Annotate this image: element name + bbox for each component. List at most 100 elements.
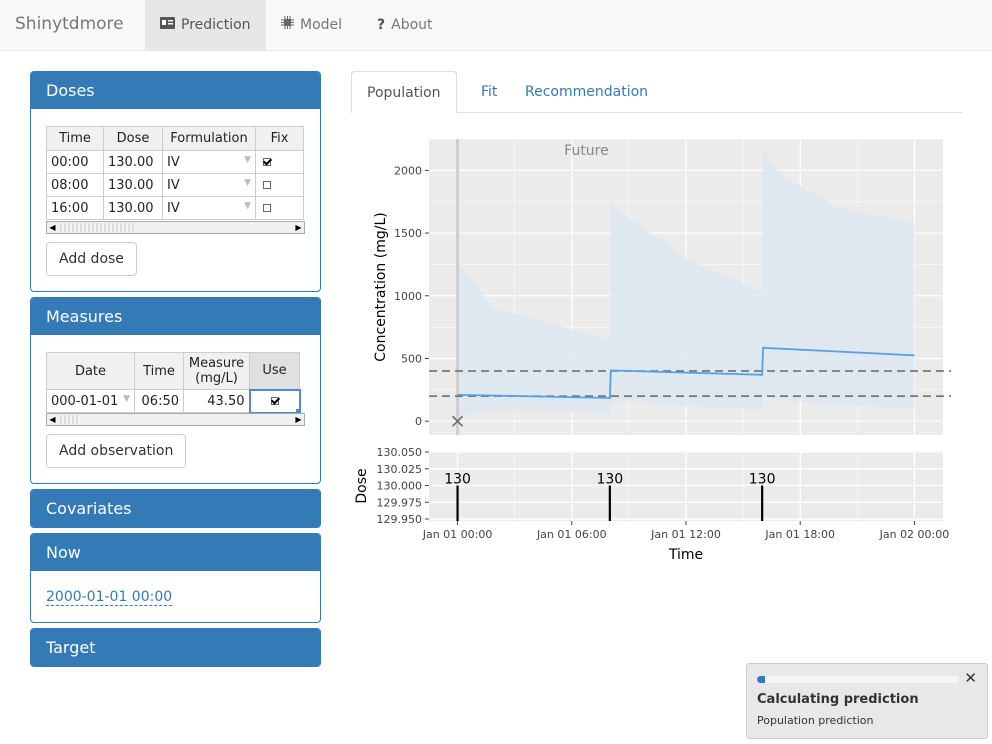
notification-title: Calculating prediction [757, 692, 919, 707]
measures-panel: Measures Date Time Measure (mg/L) Use 00… [30, 297, 321, 484]
dose-y-tick-label: 129.950 [377, 513, 423, 526]
formulation-value: IV [167, 154, 180, 170]
dose-amount-cell[interactable]: 130.00 [103, 173, 163, 197]
table-row: 08:00 130.00 IV ▼ [46, 173, 304, 197]
x-tick-label: Jan 01 12:00 [650, 528, 721, 541]
dropdown-arrow-icon: ▼ [244, 154, 251, 165]
scroll-right-icon[interactable]: ▶ [293, 222, 304, 233]
scrollbar-thumb[interactable] [60, 415, 80, 424]
dose-formulation-cell[interactable]: IV ▼ [162, 196, 256, 220]
table-header-row: Date Time Measure (mg/L) Use [46, 352, 300, 390]
column-header-time[interactable]: Time [46, 126, 104, 151]
measure-use-cell[interactable] [248, 388, 301, 414]
use-checkbox[interactable] [270, 397, 279, 405]
x-tick-label: Jan 02 00:00 [879, 528, 950, 541]
y-tick-label: 1000 [394, 290, 422, 303]
fix-checkbox[interactable] [263, 204, 271, 212]
close-icon[interactable]: ✕ [964, 669, 977, 687]
dose-fix-cell[interactable] [255, 150, 304, 174]
doses-table: Time Dose Formulation Fix 00:00 130.00 I… [46, 126, 304, 220]
x-axis-title: Time [668, 547, 703, 563]
progress-notification: ✕ Calculating prediction Population pred… [746, 663, 988, 739]
column-header-fix[interactable]: Fix [255, 126, 304, 151]
brand-title[interactable]: Shinytdmore [15, 14, 124, 34]
x-tick-label: Jan 01 00:00 [422, 528, 493, 541]
now-panel: Now 2000-01-01 00:00 [30, 533, 321, 623]
id-card-icon [160, 0, 175, 50]
tab-population[interactable]: Population [351, 71, 457, 113]
target-panel-title[interactable]: Target [31, 629, 320, 666]
scroll-right-icon[interactable]: ▶ [293, 414, 304, 425]
column-header-formulation[interactable]: Formulation [162, 126, 256, 151]
scroll-left-icon[interactable]: ◀ [47, 414, 58, 425]
measure-time-cell[interactable]: 06:50 [134, 389, 184, 413]
column-header-date[interactable]: Date [46, 352, 135, 390]
nav-tab-about[interactable]: ? About [362, 0, 448, 50]
main-tabs: Population Fit Recommendation [351, 71, 962, 113]
measures-table: Date Time Measure (mg/L) Use 000-01-01 ▼ … [46, 352, 301, 414]
dose-amount-cell[interactable]: 130.00 [103, 150, 163, 174]
notification-detail: Population prediction [757, 714, 874, 727]
dose-time-cell[interactable]: 08:00 [46, 173, 104, 197]
fix-checkbox[interactable] [263, 181, 271, 189]
dose-time-cell[interactable]: 00:00 [46, 150, 104, 174]
dose-fix-cell[interactable] [255, 196, 304, 220]
dose-bar-label: 130 [596, 472, 623, 488]
nav-tab-model[interactable]: Model [266, 0, 357, 50]
dose-bar-label: 130 [444, 472, 471, 488]
fix-checkbox[interactable] [263, 158, 271, 166]
dose-formulation-cell[interactable]: IV ▼ [162, 173, 256, 197]
measures-table-scrollbar[interactable]: ◀ ▶ [46, 413, 305, 426]
nav-tab-prediction[interactable]: Prediction [145, 0, 266, 50]
dose-y-tick-label: 130.025 [377, 463, 423, 476]
column-header-measure[interactable]: Measure (mg/L) [183, 352, 250, 390]
measures-panel-title[interactable]: Measures [31, 298, 320, 335]
doses-panel: Doses Time Dose Formulation Fix 00:00 13… [30, 71, 321, 292]
column-header-time[interactable]: Time [134, 352, 184, 390]
covariates-panel: Covariates [30, 489, 321, 528]
date-value: 000-01-01 [51, 393, 119, 409]
formulation-value: IV [167, 177, 180, 193]
column-header-use[interactable]: Use [249, 352, 300, 390]
dose-axis-title: Dose [354, 468, 370, 503]
column-header-dose[interactable]: Dose [103, 126, 163, 151]
doses-panel-title[interactable]: Doses [31, 72, 320, 109]
x-tick-label: Jan 01 06:00 [536, 528, 607, 541]
scroll-left-icon[interactable]: ◀ [47, 222, 58, 233]
dose-y-tick-label: 130.050 [377, 446, 423, 459]
measure-date-cell[interactable]: 000-01-01 ▼ [46, 389, 135, 413]
table-row: 16:00 130.00 IV ▼ [46, 196, 304, 220]
add-observation-button[interactable]: Add observation [46, 434, 187, 468]
table-row: 00:00 130.00 IV ▼ [46, 150, 304, 174]
progress-bar-fill [757, 676, 766, 683]
chip-icon [281, 0, 294, 50]
y-tick-label: 1500 [394, 227, 422, 240]
doses-table-scrollbar[interactable]: ◀ ▶ [46, 221, 305, 234]
target-panel: Target [30, 628, 321, 667]
nav-tab-label: Model [300, 17, 343, 33]
y-axis-title: Concentration (mg/L) [373, 212, 389, 361]
dose-formulation-cell[interactable]: IV ▼ [162, 150, 256, 174]
dose-amount-cell[interactable]: 130.00 [103, 196, 163, 220]
tab-recommendation[interactable]: Recommendation [510, 71, 663, 113]
nav-tab-label: About [391, 17, 433, 33]
question-icon: ? [377, 17, 386, 33]
prediction-chart: Future 0 500 1000 1500 2000 Concentration (mg/… [354, 138, 951, 563]
y-tick-label: 0 [415, 415, 422, 428]
now-panel-title[interactable]: Now [31, 534, 320, 571]
dose-fix-cell[interactable] [255, 173, 304, 197]
scrollbar-thumb[interactable] [60, 223, 135, 232]
tab-fit[interactable]: Fit [466, 71, 512, 113]
progress-bar [757, 676, 959, 683]
dose-y-tick-label: 130.000 [377, 480, 423, 493]
now-datetime-link[interactable]: 2000-01-01 00:00 [46, 589, 173, 606]
dose-time-cell[interactable]: 16:00 [46, 196, 104, 220]
future-annotation: Future [564, 143, 609, 159]
dropdown-arrow-icon: ▼ [244, 177, 251, 188]
covariates-panel-title[interactable]: Covariates [31, 490, 320, 527]
y-tick-label: 500 [401, 352, 422, 365]
measure-value-cell[interactable]: 43.50 [183, 389, 250, 413]
add-dose-button[interactable]: Add dose [46, 242, 137, 276]
y-tick-label: 2000 [394, 164, 422, 177]
formulation-value: IV [167, 200, 180, 216]
